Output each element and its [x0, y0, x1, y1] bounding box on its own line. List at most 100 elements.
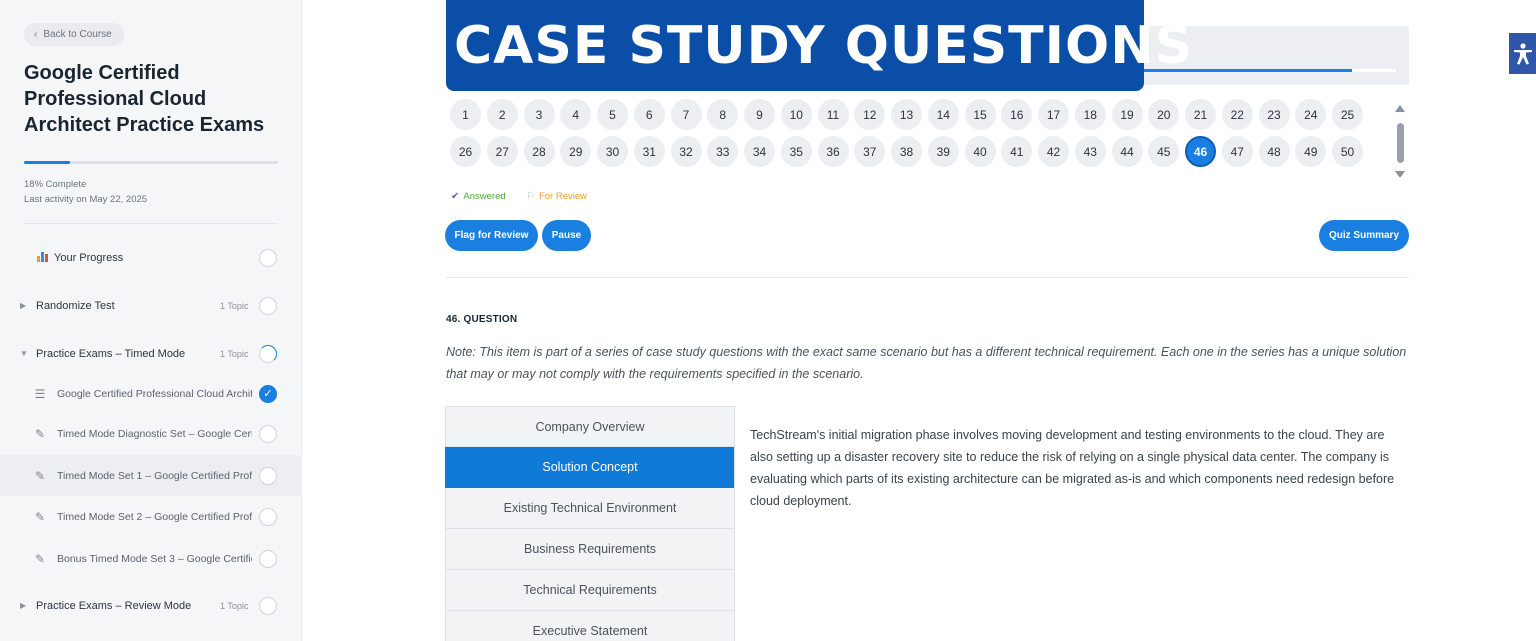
tab-content-text: TechStream's initial migration phase inv…	[750, 428, 1395, 508]
flag-for-review-button[interactable]: Flag for Review	[445, 220, 538, 251]
question-number-18[interactable]: 18	[1074, 99, 1106, 130]
bar-chart-icon	[37, 251, 49, 262]
back-to-course-button[interactable]: ‹ Back to Course	[24, 23, 124, 46]
question-number-9[interactable]: 9	[744, 99, 775, 130]
question-number-37[interactable]: 37	[854, 136, 886, 167]
question-number-48[interactable]: 48	[1258, 136, 1290, 167]
scroll-up-icon[interactable]	[1395, 105, 1405, 112]
status-partial-icon	[259, 344, 277, 363]
caret-right-icon: ▶	[20, 601, 27, 610]
question-number-3[interactable]: 3	[523, 99, 555, 130]
question-number-28[interactable]: 28	[523, 136, 555, 167]
quiz-summary-button[interactable]: Quiz Summary	[1319, 220, 1409, 251]
question-number-42[interactable]: 42	[1038, 136, 1069, 167]
question-number-25[interactable]: 25	[1332, 99, 1363, 130]
sidebar-subitem-diagnostic-set[interactable]: ✎ Timed Mode Diagnostic Set – Google Cer…	[0, 413, 302, 454]
tab-business-requirements[interactable]: Business Requirements	[445, 529, 735, 570]
sidebar-subitem-timed-set-2[interactable]: ✎ Timed Mode Set 2 – Google Certified Pr…	[0, 496, 302, 537]
status-circle-icon	[259, 248, 277, 267]
sidebar-item-randomize-test[interactable]: ▶ Randomize Test 1 Topic	[0, 285, 302, 326]
tab-company-overview[interactable]: Company Overview	[445, 406, 735, 447]
back-to-course-label: Back to Course	[43, 29, 112, 40]
sidebar-subitem-bonus-set-3[interactable]: ✎ Bonus Timed Mode Set 3 – Google Certif…	[0, 538, 302, 579]
question-number-4[interactable]: 4	[560, 99, 592, 130]
edit-icon: ✎	[34, 426, 46, 441]
question-number-41[interactable]: 41	[1001, 136, 1033, 167]
caret-down-icon: ▼	[20, 349, 28, 358]
question-number-46[interactable]: 46	[1185, 136, 1216, 167]
question-number-2[interactable]: 2	[486, 99, 518, 130]
question-number-5[interactable]: 5	[597, 99, 628, 130]
question-number-43[interactable]: 43	[1074, 136, 1106, 167]
accessibility-icon[interactable]	[1509, 33, 1536, 74]
pause-button[interactable]: Pause	[542, 220, 591, 251]
question-number-10[interactable]: 10	[780, 99, 812, 130]
question-number-30[interactable]: 30	[597, 136, 628, 167]
question-number-39[interactable]: 39	[927, 136, 959, 167]
question-number-12[interactable]: 12	[854, 99, 886, 130]
edit-icon: ✎	[34, 468, 46, 483]
question-number-40[interactable]: 40	[964, 136, 996, 167]
question-number-50[interactable]: 50	[1332, 136, 1363, 167]
question-number-8[interactable]: 8	[707, 99, 739, 130]
question-number-7[interactable]: 7	[670, 99, 702, 130]
question-number-11[interactable]: 11	[817, 99, 849, 130]
question-number-29[interactable]: 29	[560, 136, 592, 167]
question-number-44[interactable]: 44	[1111, 136, 1143, 167]
question-number-19[interactable]: 19	[1111, 99, 1143, 130]
question-number-31[interactable]: 31	[633, 136, 665, 167]
legend-answered-label: Answered	[463, 191, 506, 202]
your-progress-text: Your Progress	[54, 251, 124, 264]
sidebar-subitem-cloud-architect[interactable]: ☰ Google Certified Professional Cloud Ar…	[0, 373, 302, 414]
checkmark-icon: ✔	[451, 191, 460, 202]
sidebar-item-label: Randomize Test	[36, 299, 115, 312]
your-progress-label: Your Progress	[37, 251, 124, 264]
question-number-26[interactable]: 26	[450, 136, 481, 167]
question-number-49[interactable]: 49	[1295, 136, 1327, 167]
question-number-27[interactable]: 27	[486, 136, 518, 167]
question-number-35[interactable]: 35	[780, 136, 812, 167]
topic-count: 1 Topic	[220, 348, 249, 359]
scroll-down-icon[interactable]	[1395, 171, 1405, 178]
question-number-32[interactable]: 32	[670, 136, 702, 167]
question-number-21[interactable]: 21	[1185, 99, 1216, 130]
course-title: Google Certified Professional Cloud Arch…	[24, 62, 265, 136]
question-number-23[interactable]: 23	[1258, 99, 1290, 130]
sidebar-subitem-label: Timed Mode Set 2 – Google Certified Prof…	[57, 510, 252, 523]
tab-technical-requirements[interactable]: Technical Requirements	[445, 570, 735, 611]
question-nav-scrollbar[interactable]	[1397, 123, 1404, 163]
question-number-24[interactable]: 24	[1295, 99, 1327, 130]
tab-solution-concept[interactable]: Solution Concept	[445, 447, 735, 488]
sidebar-item-review-mode[interactable]: ▶ Practice Exams – Review Mode 1 Topic	[0, 585, 302, 626]
legend-review-label: For Review	[538, 191, 588, 202]
question-number-45[interactable]: 45	[1148, 136, 1180, 167]
sidebar-subitem-timed-set-1[interactable]: ✎ Timed Mode Set 1 – Google Certified Pr…	[0, 455, 302, 496]
legend-answered: ✔ Answered	[451, 191, 506, 202]
course-sidebar: ‹ Back to Course Google Certified Profes…	[0, 0, 302, 641]
last-activity-text: Last activity on May 22, 2025	[24, 194, 148, 205]
status-circle-icon	[259, 296, 277, 315]
tab-existing-technical-environment[interactable]: Existing Technical Environment	[445, 488, 735, 529]
question-number-22[interactable]: 22	[1221, 99, 1253, 130]
question-number-1[interactable]: 1	[450, 99, 481, 130]
question-number-14[interactable]: 14	[927, 99, 959, 130]
tab-executive-statement[interactable]: Executive Statement	[445, 611, 735, 641]
question-number-47[interactable]: 47	[1221, 136, 1253, 167]
sidebar-subitem-label: Bonus Timed Mode Set 3 – Google Certifie…	[57, 552, 252, 565]
sidebar-item-your-progress[interactable]: Your Progress	[0, 237, 302, 278]
case-study-tabs: Company Overview Solution Concept Existi…	[445, 406, 735, 641]
app-root: ‹ Back to Course Google Certified Profes…	[0, 0, 1536, 641]
question-number-6[interactable]: 6	[633, 99, 665, 130]
question-number-33[interactable]: 33	[707, 136, 739, 167]
question-number-17[interactable]: 17	[1038, 99, 1069, 130]
question-number-36[interactable]: 36	[817, 136, 849, 167]
question-number-13[interactable]: 13	[891, 99, 922, 130]
question-number-15[interactable]: 15	[964, 99, 996, 130]
question-number-16[interactable]: 16	[1001, 99, 1033, 130]
question-number-38[interactable]: 38	[891, 136, 922, 167]
chevron-left-icon: ‹	[34, 29, 38, 40]
question-number-20[interactable]: 20	[1148, 99, 1180, 130]
question-number-34[interactable]: 34	[744, 136, 775, 167]
sidebar-item-timed-mode[interactable]: ▼ Practice Exams – Timed Mode 1 Topic	[0, 333, 302, 374]
sidebar-subitem-label: Timed Mode Set 1 – Google Certified Prof…	[57, 469, 252, 482]
